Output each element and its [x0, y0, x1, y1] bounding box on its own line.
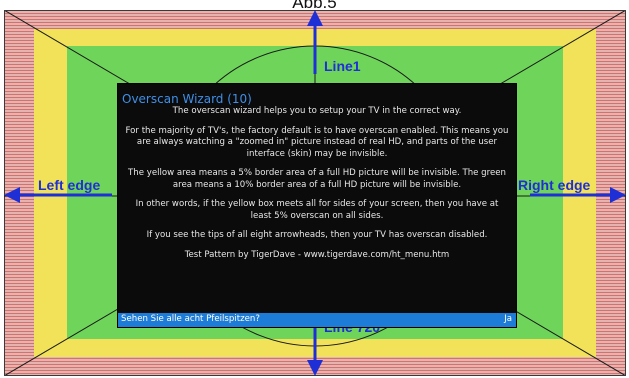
right-edge-label: Right edge	[518, 177, 591, 193]
dialog-paragraph: In other words, if the yellow box meets …	[135, 199, 499, 221]
dialog-credit: Test Pattern by TigerDave - www.tigerdav…	[184, 249, 450, 260]
dialog-paragraph: The overscan wizard helps you to setup y…	[172, 106, 462, 116]
dialog-title: Overscan Wizard (10)	[122, 92, 252, 106]
top-arrow-icon	[307, 10, 323, 74]
yes-option[interactable]: Ja	[504, 314, 512, 324]
dialog-paragraph: For the majority of TV's, the factory de…	[125, 125, 509, 159]
bottom-arrow-icon	[307, 325, 323, 376]
question-selection-bar[interactable]: Sehen Sie alle acht Pfeilspitzen? Ja	[118, 313, 516, 327]
dialog-paragraph: The yellow area means a 5% border area o…	[128, 168, 506, 190]
overscan-test-pattern: Line1 Line 720 Left edge Right edge Over…	[4, 10, 626, 376]
left-edge-label: Left edge	[38, 177, 101, 193]
overscan-wizard-dialog: Overscan Wizard (10) The overscan wizard…	[117, 83, 517, 328]
top-edge-label: Line1	[324, 58, 361, 74]
dialog-paragraph: If you see the tips of all eight arrowhe…	[146, 230, 488, 240]
question-text: Sehen Sie alle acht Pfeilspitzen?	[121, 314, 260, 324]
dialog-body: The overscan wizard helps you to setup y…	[124, 106, 510, 269]
